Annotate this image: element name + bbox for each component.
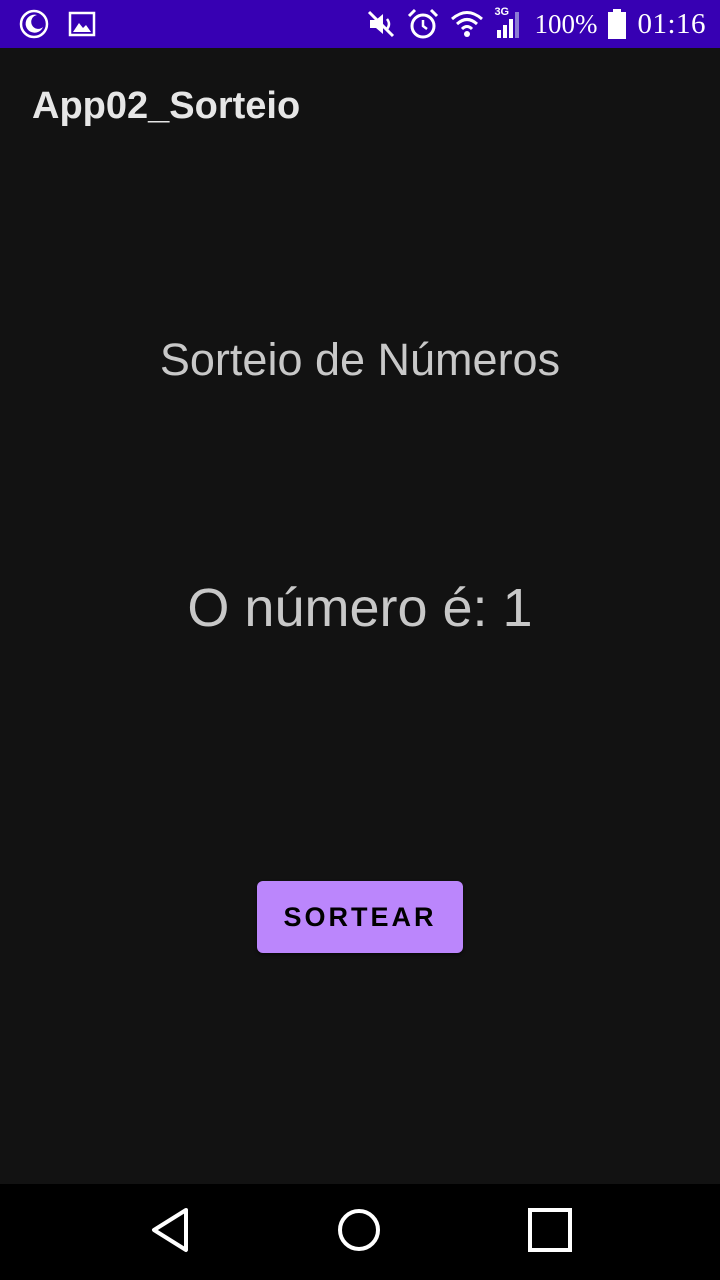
back-button[interactable] — [142, 1204, 198, 1260]
wifi-icon — [450, 9, 484, 39]
home-button[interactable] — [331, 1204, 387, 1260]
home-icon — [335, 1206, 383, 1259]
draw-button[interactable]: SORTEAR — [257, 881, 463, 953]
result-text: O número é: 1 — [187, 578, 533, 638]
app-screen: 3G 100% 01:16 App02_Sorteio Sorteio de N… — [0, 0, 720, 1280]
battery-percentage: 100% — [534, 9, 598, 39]
image-icon — [68, 10, 96, 38]
app-bar: App02_Sorteio — [0, 48, 720, 160]
app-title: App02_Sorteio — [32, 85, 301, 127]
alarm-icon — [406, 7, 440, 41]
clock: 01:16 — [637, 8, 706, 40]
back-icon — [148, 1206, 192, 1259]
status-bar-right: 3G 100% 01:16 — [366, 6, 706, 42]
recents-button[interactable] — [522, 1204, 578, 1260]
navigation-bar — [0, 1184, 720, 1280]
page-heading: Sorteio de Números — [159, 334, 561, 385]
signal-icon: 3G — [494, 6, 524, 40]
recents-icon — [527, 1207, 573, 1258]
status-bar-left — [18, 8, 96, 40]
battery-icon — [607, 8, 627, 40]
status-bar: 3G 100% 01:16 — [0, 0, 720, 48]
mute-icon — [366, 9, 396, 39]
moon-icon — [18, 8, 50, 40]
